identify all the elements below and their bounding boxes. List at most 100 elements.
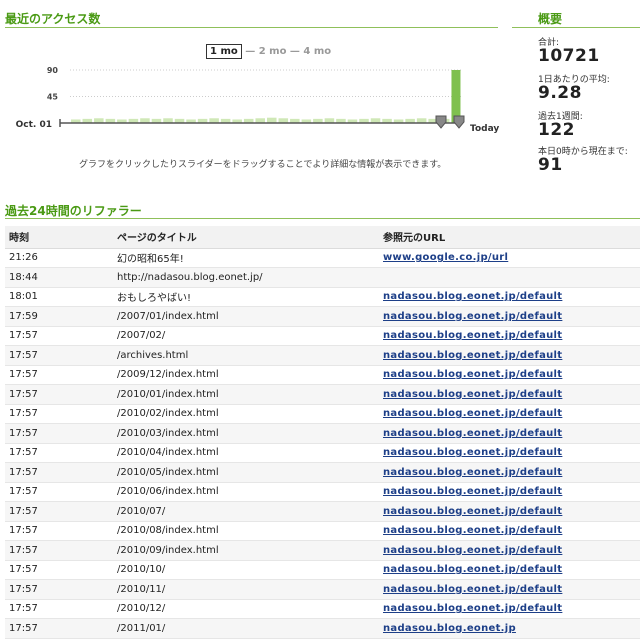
summary-section-divider <box>512 27 640 28</box>
access-chart[interactable]: 45 90 Oct. 01 Today <box>0 36 505 148</box>
row-page-title: /2009/12/index.html <box>113 365 379 385</box>
row-page-title: /2010/09/index.html <box>113 540 379 561</box>
table-row: 17:57/2010/01/index.html nadasou.blog.eon… <box>5 384 640 405</box>
table-row: 17:57/2011/01/nadasou.blog.eonet.jp <box>5 618 640 639</box>
row-referrer-link[interactable]: nadasou.blog.eonet.jp/default <box>379 306 640 327</box>
table-row: 17:57/2010/10/nadasou.blog.eonet.jp/defa… <box>5 560 640 580</box>
row-time: 17:57 <box>5 462 113 483</box>
access-section-title: 最近のアクセス数 <box>5 12 101 26</box>
row-page-title: /2011/01/ <box>113 618 379 639</box>
column-header-referrer-url: 参照元のURL <box>379 226 640 249</box>
table-row: 18:44 http://nadasou.blog.eonet.jp/ <box>5 267 640 288</box>
row-time: 17:57 <box>5 443 113 463</box>
column-header-page-title: ページのタイトル <box>113 226 379 249</box>
row-referrer-link[interactable]: nadasou.blog.eonet.jp/default <box>379 560 640 580</box>
row-time: 17:57 <box>5 345 113 366</box>
row-time: 21:26 <box>5 248 113 268</box>
row-page-title: 幻の昭和65年! <box>113 248 379 268</box>
row-referrer-link[interactable]: nadasou.blog.eonet.jp/default <box>379 423 640 444</box>
row-referrer-link[interactable]: nadasou.blog.eonet.jp <box>379 618 640 639</box>
table-row: 17:57/2010/04/index.html nadasou.blog.eon… <box>5 443 640 463</box>
referrers-table-body: 21:26 幻の昭和65年! www.google.co.jp/url 18:44 ht… <box>5 248 640 639</box>
row-page-title: /2010/05/index.html <box>113 462 379 483</box>
y-tick-label: 90 <box>47 66 59 75</box>
summary-section-title: 概要 <box>538 12 563 26</box>
table-row: 17:57/2010/11/nadasou.blog.eonet.jp/defa… <box>5 579 640 600</box>
row-referrer-link[interactable]: nadasou.blog.eonet.jp/default <box>379 521 640 541</box>
table-row: 17:57/archives.html nadasou.blog.eonet.jp… <box>5 345 640 366</box>
row-referrer-link[interactable]: nadasou.blog.eonet.jp/default <box>379 287 640 307</box>
referrers-section-title: 過去24時間のリファラー <box>5 204 142 218</box>
row-page-title: /2010/12/ <box>113 599 379 619</box>
row-time: 17:57 <box>5 404 113 424</box>
table-row: 21:26 幻の昭和65年! www.google.co.jp/url <box>5 248 640 268</box>
table-header-row: 時刻 ページのタイトル 参照元のURL <box>5 226 640 249</box>
row-time: 17:57 <box>5 560 113 580</box>
table-row: 17:57/2010/08/index.html nadasou.blog.eon… <box>5 521 640 541</box>
table-row: 17:57/2010/03/index.html nadasou.blog.eon… <box>5 423 640 444</box>
table-row: 17:57/2010/06/index.html nadasou.blog.eon… <box>5 482 640 502</box>
summary-past-week-value: 122 <box>538 120 575 140</box>
row-page-title: おもしろやばい! <box>113 287 379 307</box>
y-tick-label: 45 <box>47 93 59 102</box>
row-time: 18:44 <box>5 267 113 288</box>
table-row: 17:57/2010/05/index.html nadasou.blog.eon… <box>5 462 640 483</box>
row-time: 18:01 <box>5 287 113 307</box>
row-page-title: /2007/01/index.html <box>113 306 379 327</box>
row-page-title: /2010/07/ <box>113 501 379 522</box>
row-referrer-link <box>379 267 640 288</box>
row-referrer-link[interactable]: nadasou.blog.eonet.jp/default <box>379 540 640 561</box>
row-time: 17:57 <box>5 384 113 405</box>
row-referrer-link[interactable]: nadasou.blog.eonet.jp/default <box>379 501 640 522</box>
slider-handle-left[interactable] <box>435 115 447 129</box>
table-row: 17:59/2007/01/index.html nadasou.blog.eon… <box>5 306 640 327</box>
row-time: 17:59 <box>5 306 113 327</box>
row-time: 17:57 <box>5 540 113 561</box>
row-page-title: /archives.html <box>113 345 379 366</box>
row-time: 17:57 <box>5 501 113 522</box>
summary-total-value: 10721 <box>538 46 600 66</box>
summary-today-value: 91 <box>538 155 563 175</box>
chart-bar-today[interactable] <box>451 70 461 123</box>
row-page-title: /2010/04/index.html <box>113 443 379 463</box>
slider-handle-right[interactable] <box>453 115 465 129</box>
row-page-title: /2010/01/index.html <box>113 384 379 405</box>
row-referrer-link[interactable]: nadasou.blog.eonet.jp/default <box>379 443 640 463</box>
x-end-label: Today <box>470 124 499 134</box>
summary-daily-average-value: 9.28 <box>538 83 582 103</box>
row-referrer-link[interactable]: nadasou.blog.eonet.jp/default <box>379 404 640 424</box>
row-time: 17:57 <box>5 326 113 346</box>
row-page-title: /2010/10/ <box>113 560 379 580</box>
row-referrer-link[interactable]: nadasou.blog.eonet.jp/default <box>379 462 640 483</box>
row-referrer-link[interactable]: nadasou.blog.eonet.jp/default <box>379 365 640 385</box>
chart-caption: グラフをクリックしたりスライダーをドラッグすることでより詳細な情報が表示できます… <box>79 160 447 170</box>
row-referrer-link[interactable]: nadasou.blog.eonet.jp/default <box>379 482 640 502</box>
row-page-title: /2010/08/index.html <box>113 521 379 541</box>
table-row: 17:57/2010/02/index.html nadasou.blog.eon… <box>5 404 640 424</box>
row-page-title: /2010/11/ <box>113 579 379 600</box>
table-row: 17:57/2010/07/nadasou.blog.eonet.jp/defa… <box>5 501 640 522</box>
row-referrer-link[interactable]: nadasou.blog.eonet.jp/default <box>379 345 640 366</box>
table-row: 17:57/2007/02/nadasou.blog.eonet.jp/defa… <box>5 326 640 346</box>
chart-bar[interactable] <box>267 117 277 123</box>
row-time: 17:57 <box>5 521 113 541</box>
row-page-title: /2010/02/index.html <box>113 404 379 424</box>
table-row: 18:01 おもしろやばい! nadasou.blog.eonet.jp/defau… <box>5 287 640 307</box>
referrers-section-divider <box>5 218 640 219</box>
table-row: 17:57/2010/09/index.html nadasou.blog.eon… <box>5 540 640 561</box>
row-referrer-link[interactable]: nadasou.blog.eonet.jp/default <box>379 599 640 619</box>
row-time: 17:57 <box>5 423 113 444</box>
row-time: 17:57 <box>5 579 113 600</box>
table-row: 17:57/2010/12/nadasou.blog.eonet.jp/defa… <box>5 599 640 619</box>
row-time: 17:57 <box>5 599 113 619</box>
row-referrer-link[interactable]: www.google.co.jp/url <box>379 248 640 268</box>
access-section-divider <box>5 27 498 28</box>
row-page-title: http://nadasou.blog.eonet.jp/ <box>113 267 379 288</box>
row-referrer-link[interactable]: nadasou.blog.eonet.jp/default <box>379 326 640 346</box>
row-time: 17:57 <box>5 482 113 502</box>
row-page-title: /2007/02/ <box>113 326 379 346</box>
row-page-title: /2010/03/index.html <box>113 423 379 444</box>
row-referrer-link[interactable]: nadasou.blog.eonet.jp/default <box>379 384 640 405</box>
row-time: 17:57 <box>5 618 113 639</box>
row-referrer-link[interactable]: nadasou.blog.eonet.jp/default <box>379 579 640 600</box>
